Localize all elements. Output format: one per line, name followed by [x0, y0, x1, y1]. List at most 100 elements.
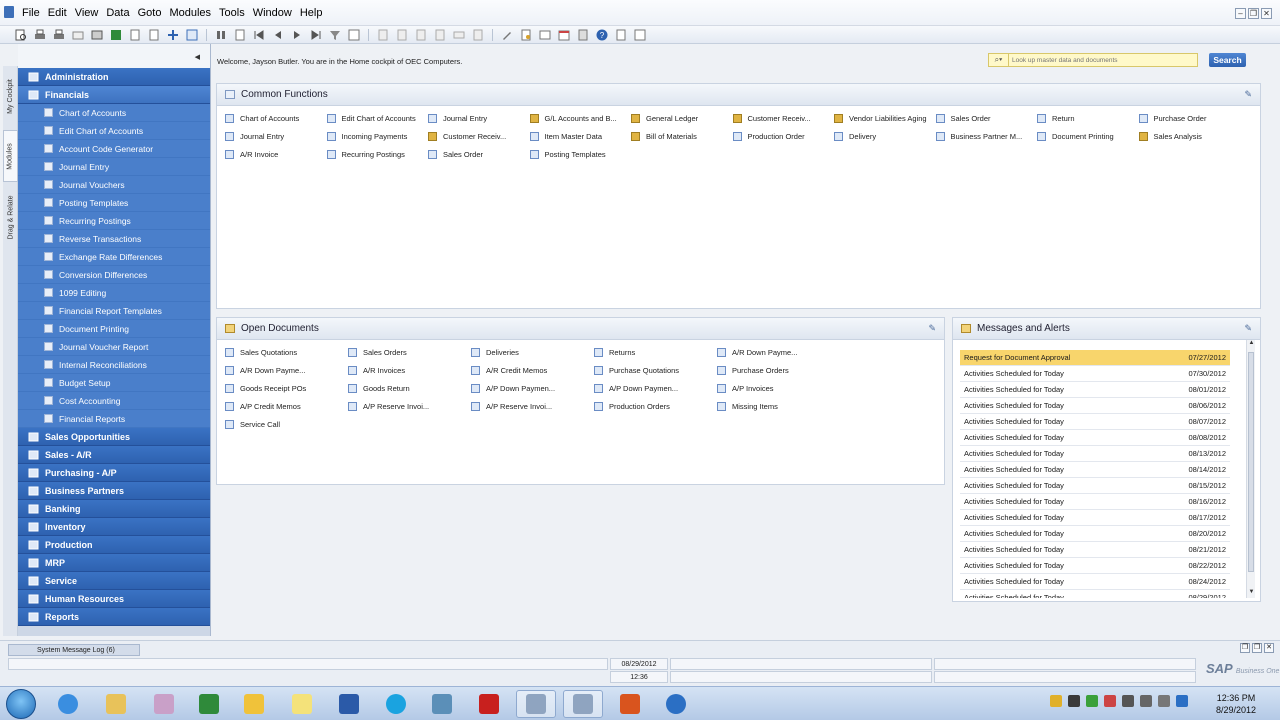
sidebar-module[interactable]: Purchasing - A/P [18, 464, 210, 482]
open-document-link[interactable]: A/P Reserve Invoi... [471, 397, 594, 415]
notes-taskbar-icon[interactable] [282, 690, 322, 718]
sidebar-subitem[interactable]: Internal Reconciliations [18, 356, 210, 374]
restore-icon[interactable]: ❐ [1240, 643, 1250, 653]
open-document-link[interactable]: A/P Credit Memos [225, 397, 348, 415]
scroll-up-icon[interactable]: ▲ [1247, 340, 1256, 349]
search-icon[interactable]: ⌕▾ [989, 54, 1009, 66]
menu-help[interactable]: Help [296, 7, 327, 19]
app-taskbar-icon[interactable] [656, 690, 696, 718]
open-document-link[interactable]: A/R Credit Memos [471, 361, 594, 379]
sidebar-subitem[interactable]: Posting Templates [18, 194, 210, 212]
minimize-icon[interactable]: – [1235, 8, 1246, 19]
message-row[interactable]: Activities Scheduled for Today 08/21/2012 [960, 542, 1230, 558]
message-row[interactable]: Activities Scheduled for Today 08/07/2012 [960, 414, 1230, 430]
open-document-link[interactable]: Missing Items [717, 397, 840, 415]
open-document-link[interactable]: A/P Down Paymen... [471, 379, 594, 397]
open-document-link[interactable]: A/P Invoices [717, 379, 840, 397]
calendar-icon[interactable] [557, 28, 571, 42]
tab-my-cockpit[interactable]: My Cockpit [3, 70, 18, 122]
open-document-link[interactable]: Production Orders [594, 397, 717, 415]
print-icon[interactable] [33, 28, 47, 42]
message-row[interactable]: Activities Scheduled for Today 08/20/2012 [960, 526, 1230, 542]
common-function-link[interactable]: Production Order [732, 127, 835, 145]
sap-taskbar-icon[interactable] [516, 690, 556, 718]
sidebar-module[interactable]: Banking [18, 500, 210, 518]
image-taskbar-icon[interactable] [422, 690, 462, 718]
close-icon[interactable]: ✕ [1261, 8, 1272, 19]
add-icon[interactable] [233, 28, 247, 42]
message-row[interactable]: Activities Scheduled for Today 08/24/2012 [960, 574, 1230, 590]
close-icon[interactable]: ✕ [1264, 643, 1274, 653]
common-function-link[interactable]: Journal Entry [428, 109, 530, 127]
taskbar-clock[interactable]: 12:36 PM 8/29/2012 [1208, 692, 1264, 716]
common-function-link[interactable]: Vendor Liabilities Aging [834, 109, 936, 127]
common-function-link[interactable]: Sales Order [428, 145, 530, 163]
message-row[interactable]: Activities Scheduled for Today 08/29/2012 [960, 590, 1230, 598]
common-function-link[interactable]: Customer Receiv... [428, 127, 530, 145]
email-icon[interactable] [71, 28, 85, 42]
common-function-link[interactable]: Business Partner M... [935, 127, 1038, 145]
open-document-link[interactable]: Goods Receipt POs [225, 379, 348, 397]
search-doc-icon[interactable] [14, 28, 28, 42]
open-document-link[interactable]: A/R Down Payme... [717, 343, 840, 361]
menu-file[interactable]: File [18, 7, 44, 19]
transaction-journal-icon[interactable] [433, 28, 447, 42]
sidebar-module[interactable]: Reports [18, 608, 210, 626]
module-administration[interactable]: Administration [18, 68, 210, 86]
network-icon[interactable] [1140, 695, 1152, 707]
lookup-search-box[interactable]: ⌕▾ [988, 53, 1198, 67]
target-document-icon[interactable] [395, 28, 409, 42]
find-icon[interactable] [214, 28, 228, 42]
message-row[interactable]: Activities Scheduled for Today 08/14/2012 [960, 462, 1230, 478]
pin-icon[interactable]: ✎ [1244, 89, 1252, 100]
gross-profit-icon[interactable] [414, 28, 428, 42]
filter-icon[interactable] [328, 28, 342, 42]
settings-doc-icon[interactable] [519, 28, 533, 42]
open-document-link[interactable]: Goods Return [348, 379, 471, 397]
next-record-icon[interactable] [290, 28, 304, 42]
open-document-link[interactable]: Sales Quotations [225, 343, 348, 361]
sidebar-subitem[interactable]: Account Code Generator [18, 140, 210, 158]
common-function-link[interactable]: Journal Entry [225, 127, 327, 145]
export-icon[interactable] [90, 28, 104, 42]
base-document-icon[interactable] [376, 28, 390, 42]
sidebar-module[interactable]: Human Resources [18, 590, 210, 608]
message-row[interactable]: Request for Document Approval 07/27/2012 [960, 350, 1230, 366]
sidebar-subitem[interactable]: Financial Reports [18, 410, 210, 428]
message-row[interactable]: Activities Scheduled for Today 08/22/2012 [960, 558, 1230, 574]
restore-icon[interactable]: ❐ [1248, 8, 1259, 19]
form-settings-icon[interactable] [185, 28, 199, 42]
sidebar-subitem[interactable]: Journal Vouchers [18, 176, 210, 194]
common-function-link[interactable]: Customer Receiv... [732, 109, 835, 127]
sidebar-subitem[interactable]: Document Printing [18, 320, 210, 338]
open-document-link[interactable]: Service Call [225, 415, 348, 433]
bluetooth-icon[interactable] [1176, 695, 1188, 707]
open-document-link[interactable]: Purchase Quotations [594, 361, 717, 379]
sidebar-subitem[interactable]: Journal Entry [18, 158, 210, 176]
module-financials[interactable]: Financials [18, 86, 210, 104]
open-document-link[interactable]: Sales Orders [348, 343, 471, 361]
common-function-link[interactable]: Incoming Payments [326, 127, 429, 145]
message-row[interactable]: Activities Scheduled for Today 07/30/2012 [960, 366, 1230, 382]
sap-doc-taskbar-icon[interactable] [563, 690, 603, 718]
tool-taskbar-icon[interactable] [144, 690, 184, 718]
word-taskbar-icon[interactable] [329, 690, 369, 718]
first-record-icon[interactable] [252, 28, 266, 42]
acrobat-taskbar-icon[interactable] [469, 690, 509, 718]
notes-icon[interactable] [614, 28, 628, 42]
tab-modules[interactable]: Modules [3, 130, 18, 182]
ie-taskbar-icon[interactable] [48, 690, 88, 718]
help-icon[interactable]: ? [595, 28, 609, 42]
last-record-icon[interactable] [309, 28, 323, 42]
common-function-link[interactable]: Document Printing [1037, 127, 1139, 145]
common-function-link[interactable]: Item Master Data [529, 127, 632, 145]
system-message-log-tab[interactable]: System Message Log (6) [8, 644, 140, 656]
menu-tools[interactable]: Tools [215, 7, 249, 19]
open-document-link[interactable]: A/R Down Payme... [225, 361, 348, 379]
menu-window[interactable]: Window [249, 7, 296, 19]
payment-means-icon[interactable] [452, 28, 466, 42]
menu-data[interactable]: Data [102, 7, 133, 19]
window-layout-icon[interactable] [633, 28, 647, 42]
open-document-link[interactable]: Purchase Orders [717, 361, 840, 379]
open-document-link[interactable]: A/R Invoices [348, 361, 471, 379]
